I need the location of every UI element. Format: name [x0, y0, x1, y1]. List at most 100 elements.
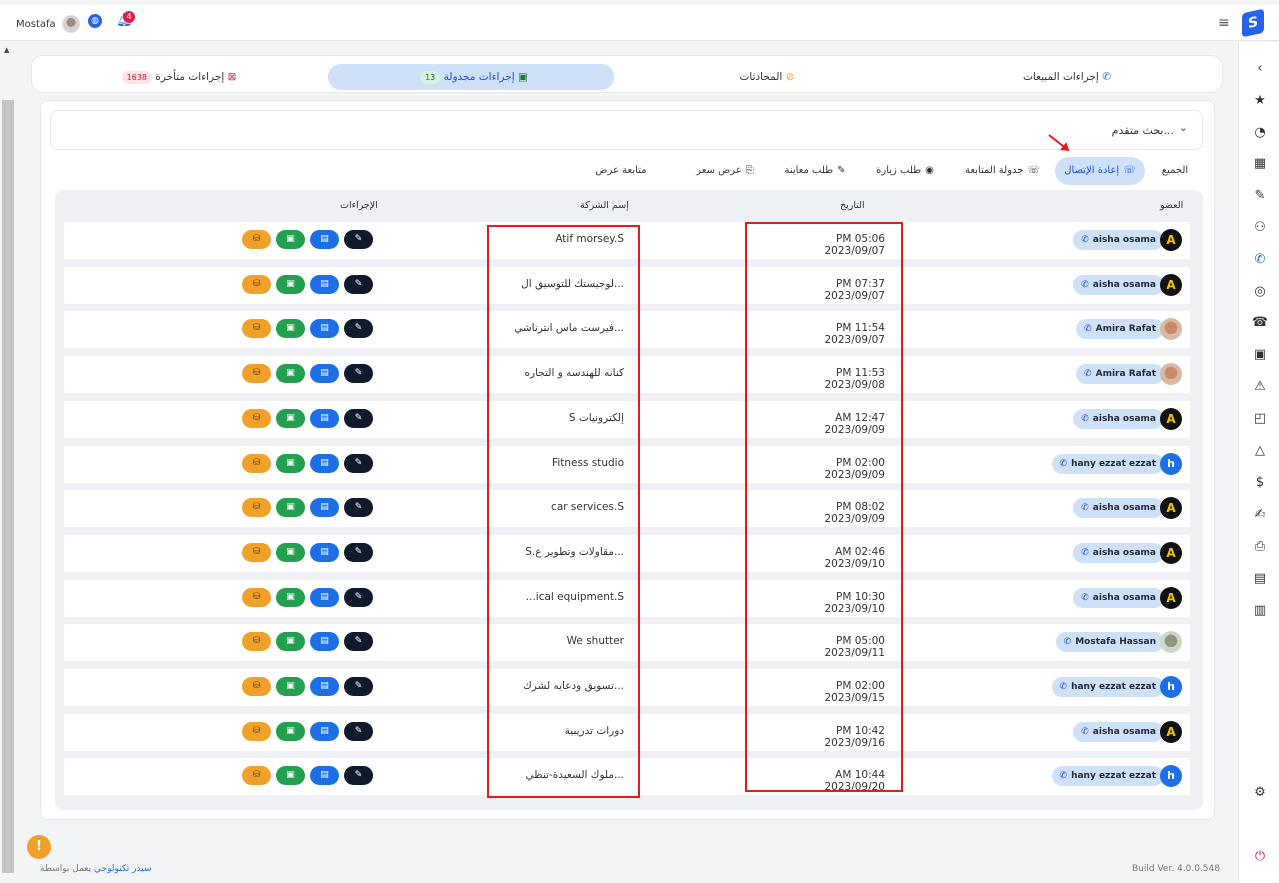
done-icon[interactable]: ▣	[276, 677, 305, 696]
done-icon[interactable]: ▣	[276, 454, 305, 473]
edit-icon[interactable]: ✎	[344, 364, 373, 383]
target-icon[interactable]: ◎	[1251, 283, 1269, 301]
subtab-quote[interactable]: عرض سعر ⎘	[690, 157, 760, 185]
convert-icon[interactable]: ⛁	[242, 543, 271, 562]
edit-icon[interactable]: ✎	[344, 677, 373, 696]
details-icon[interactable]: ▤	[310, 632, 339, 651]
member-chip[interactable]: A ✆ aisha osama	[1073, 542, 1182, 564]
tab-overdue[interactable]: 1638 إجراءات متأخرة ⊠	[42, 64, 310, 90]
signature-icon[interactable]: ✍	[1251, 506, 1269, 524]
tab-conversations[interactable]: المحادثات ⊘	[632, 64, 902, 90]
edit-icon[interactable]: ✎	[344, 409, 373, 428]
done-icon[interactable]: ▣	[276, 364, 305, 383]
details-icon[interactable]: ▤	[310, 275, 339, 294]
advanced-search-toggle[interactable]: بحث متقدم... ⌄	[50, 110, 1203, 150]
scrollbar-thumb[interactable]	[2, 100, 14, 873]
details-icon[interactable]: ▤	[310, 454, 339, 473]
convert-icon[interactable]: ⛁	[242, 275, 271, 294]
details-icon[interactable]: ▤	[310, 543, 339, 562]
chevron-left-icon[interactable]: ‹	[1251, 60, 1269, 78]
powered-by-name[interactable]: سيدر تكنولوجي	[94, 864, 152, 874]
menu-icon[interactable]: ≡	[1218, 15, 1230, 31]
details-icon[interactable]: ▤	[310, 677, 339, 696]
done-icon[interactable]: ▣	[276, 230, 305, 249]
member-chip[interactable]: A ✆ aisha osama	[1073, 229, 1182, 251]
member-chip[interactable]: ✆ Amira Rafat	[1076, 318, 1182, 340]
subtab-callback[interactable]: إعادة الإتصال ☏	[1055, 157, 1145, 185]
triangle-icon[interactable]: △	[1251, 442, 1269, 460]
document-pen-icon[interactable]: ✎	[1251, 187, 1269, 205]
printer-icon[interactable]: ⎙	[1251, 538, 1269, 556]
convert-icon[interactable]: ⛁	[242, 319, 271, 338]
help-button[interactable]: !	[27, 835, 51, 859]
member-chip[interactable]: ✆ Mostafa Hassan	[1055, 631, 1182, 653]
edit-icon[interactable]: ✎	[344, 722, 373, 741]
edit-icon[interactable]: ✎	[344, 230, 373, 249]
details-icon[interactable]: ▤	[310, 364, 339, 383]
member-chip[interactable]: h ✆ hany ezzat ezzat	[1051, 765, 1182, 787]
details-icon[interactable]: ▤	[310, 230, 339, 249]
edit-icon[interactable]: ✎	[344, 632, 373, 651]
member-chip[interactable]: h ✆ hany ezzat ezzat	[1051, 676, 1182, 698]
dashboard-icon[interactable]: ◔	[1251, 124, 1269, 142]
bar-chart-icon[interactable]: ▥	[1251, 602, 1269, 620]
details-icon[interactable]: ▤	[310, 722, 339, 741]
convert-icon[interactable]: ⛁	[242, 722, 271, 741]
convert-icon[interactable]: ⛁	[242, 677, 271, 696]
member-chip[interactable]: A ✆ aisha osama	[1073, 721, 1182, 743]
edit-icon[interactable]: ✎	[344, 319, 373, 338]
member-chip[interactable]: A ✆ aisha osama	[1073, 408, 1182, 430]
done-icon[interactable]: ▣	[276, 722, 305, 741]
convert-icon[interactable]: ⛁	[242, 588, 271, 607]
star-icon[interactable]: ★	[1251, 92, 1269, 110]
done-icon[interactable]: ▣	[276, 543, 305, 562]
details-icon[interactable]: ▤	[310, 319, 339, 338]
done-icon[interactable]: ▣	[276, 766, 305, 785]
convert-icon[interactable]: ⛁	[242, 230, 271, 249]
convert-icon[interactable]: ⛁	[242, 498, 271, 517]
subtab-followup-schedule[interactable]: جدولة المتابعة ☏	[955, 157, 1050, 185]
edit-icon[interactable]: ✎	[344, 766, 373, 785]
member-chip[interactable]: A ✆ aisha osama	[1073, 497, 1182, 519]
done-icon[interactable]: ▣	[276, 409, 305, 428]
calendar-icon[interactable]: ▣	[1251, 346, 1269, 364]
convert-icon[interactable]: ⛁	[242, 632, 271, 651]
warning-icon[interactable]: ⚠	[1251, 378, 1269, 396]
user-menu[interactable]: Mostafa	[16, 15, 80, 33]
done-icon[interactable]: ▣	[276, 498, 305, 517]
building-icon[interactable]: ▦	[1251, 155, 1269, 173]
message-icon[interactable]: ▤	[1251, 570, 1269, 588]
done-icon[interactable]: ▣	[276, 588, 305, 607]
convert-icon[interactable]: ⛁	[242, 454, 271, 473]
tab-sales-actions[interactable]: إجراءات المبيعات ✆	[922, 64, 1212, 90]
convert-icon[interactable]: ⛁	[242, 364, 271, 383]
details-icon[interactable]: ▤	[310, 498, 339, 517]
done-icon[interactable]: ▣	[276, 632, 305, 651]
details-icon[interactable]: ▤	[310, 766, 339, 785]
subtab-quote-followup[interactable]: متابعة عرض السعر⎘	[576, 157, 666, 204]
member-chip[interactable]: A ✆ aisha osama	[1073, 274, 1182, 296]
tab-scheduled[interactable]: 13 إجراءات مجدولة ▣	[328, 64, 614, 90]
invoice-icon[interactable]: $	[1251, 474, 1269, 492]
layout-icon[interactable]: ◰	[1251, 410, 1269, 428]
convert-icon[interactable]: ⛁	[242, 766, 271, 785]
subtab-all[interactable]: الجميع	[1155, 157, 1195, 185]
details-icon[interactable]: ▤	[310, 409, 339, 428]
member-chip[interactable]: ✆ Amira Rafat	[1076, 363, 1182, 385]
member-chip[interactable]: h ✆ hany ezzat ezzat	[1051, 453, 1182, 475]
telephone-icon[interactable]: ☎	[1251, 314, 1269, 332]
scroll-up-arrow[interactable]: ▲	[4, 46, 9, 54]
edit-icon[interactable]: ✎	[344, 454, 373, 473]
power-icon[interactable]: ⏻	[1251, 848, 1269, 866]
globe-icon[interactable]: ◍	[88, 14, 102, 28]
convert-icon[interactable]: ⛁	[242, 409, 271, 428]
edit-icon[interactable]: ✎	[344, 543, 373, 562]
done-icon[interactable]: ▣	[276, 275, 305, 294]
users-icon[interactable]: ⚇	[1251, 219, 1269, 237]
edit-icon[interactable]: ✎	[344, 275, 373, 294]
member-chip[interactable]: A ✆ aisha osama	[1073, 587, 1182, 609]
edit-icon[interactable]: ✎	[344, 588, 373, 607]
phone-active-icon[interactable]: ✆	[1251, 251, 1269, 269]
details-icon[interactable]: ▤	[310, 588, 339, 607]
subtab-inspection[interactable]: طلب معاينة ✎	[775, 157, 855, 185]
